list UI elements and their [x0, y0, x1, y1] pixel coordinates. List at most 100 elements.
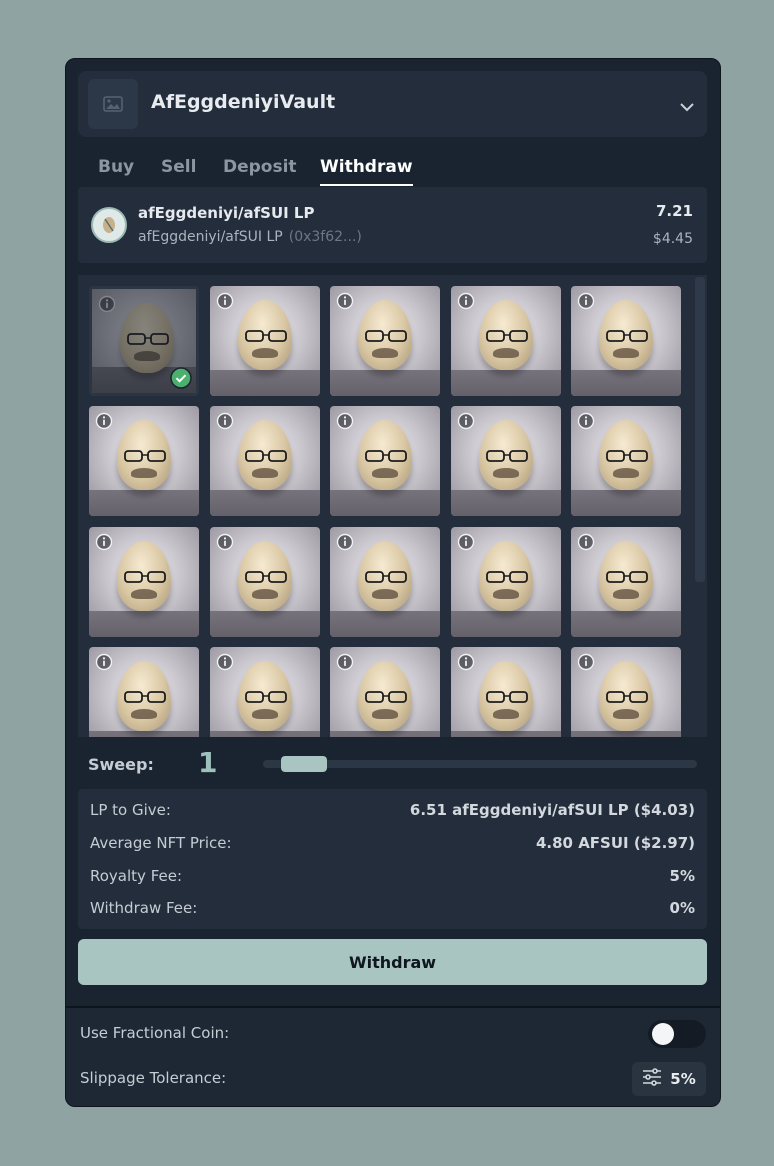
info-icon[interactable]	[336, 653, 354, 671]
token-logo-icon	[91, 207, 127, 243]
info-icon[interactable]	[457, 653, 475, 671]
nft-card[interactable]	[210, 406, 320, 516]
nft-card[interactable]	[210, 647, 320, 737]
lp-to-give-row: LP to Give: 6.51 afEggdeniyi/afSUI LP ($…	[90, 801, 695, 823]
token-usd-value: $4.45	[652, 231, 693, 247]
info-icon[interactable]	[577, 412, 595, 430]
withdraw-summary: LP to Give: 6.51 afEggdeniyi/afSUI LP ($…	[78, 789, 707, 929]
glasses-mark	[606, 330, 648, 342]
nft-card[interactable]	[330, 406, 440, 516]
vault-selector[interactable]: AfEggdeniyiVault	[78, 71, 707, 137]
info-icon[interactable]	[216, 653, 234, 671]
info-icon[interactable]	[577, 533, 595, 551]
nft-card[interactable]	[571, 527, 681, 637]
glasses-mark	[606, 450, 648, 462]
royalty-fee-label: Royalty Fee:	[90, 867, 183, 885]
beard-mark	[372, 709, 398, 719]
beard-mark	[131, 709, 157, 719]
glasses-mark	[245, 571, 287, 583]
nft-card[interactable]	[330, 647, 440, 737]
avg-nft-price-row: Average NFT Price: 4.80 AFSUI ($2.97)	[90, 834, 695, 856]
info-icon[interactable]	[95, 653, 113, 671]
fractional-coin-toggle[interactable]	[648, 1020, 706, 1048]
info-icon[interactable]	[457, 533, 475, 551]
info-icon[interactable]	[95, 533, 113, 551]
nft-card[interactable]	[571, 647, 681, 737]
nft-card[interactable]	[210, 527, 320, 637]
beard-mark	[613, 589, 639, 599]
tab-sell[interactable]: Sell	[161, 157, 196, 177]
tab-buy[interactable]: Buy	[98, 157, 134, 177]
nft-card[interactable]	[330, 527, 440, 637]
info-icon[interactable]	[577, 653, 595, 671]
token-amount: 7.21	[655, 202, 693, 220]
info-icon[interactable]	[336, 533, 354, 551]
info-icon[interactable]	[336, 292, 354, 310]
info-icon[interactable]	[336, 412, 354, 430]
check-icon	[170, 367, 192, 389]
nft-card[interactable]	[451, 406, 561, 516]
withdraw-fee-label: Withdraw Fee:	[90, 899, 198, 917]
beard-mark	[493, 348, 519, 358]
glasses-mark	[486, 450, 528, 462]
beard-mark	[252, 348, 278, 358]
glasses-mark	[606, 571, 648, 583]
beard-mark	[252, 468, 278, 478]
glasses-mark	[124, 571, 166, 583]
beard-mark	[131, 589, 157, 599]
beard-mark	[372, 589, 398, 599]
withdraw-fee-value: 0%	[669, 899, 695, 917]
tab-deposit[interactable]: Deposit	[223, 157, 297, 177]
image-placeholder-icon	[88, 79, 138, 129]
token-subname: afEggdeniyi/afSUI LP	[138, 229, 283, 245]
glasses-mark	[365, 571, 407, 583]
nft-card[interactable]	[210, 286, 320, 396]
info-icon[interactable]	[95, 412, 113, 430]
glasses-mark	[486, 330, 528, 342]
nft-card[interactable]	[451, 647, 561, 737]
beard-mark	[613, 468, 639, 478]
beard-mark	[493, 709, 519, 719]
sweep-label: Sweep:	[88, 755, 154, 774]
info-icon[interactable]	[457, 292, 475, 310]
chevron-down-icon[interactable]	[679, 97, 695, 116]
beard-mark	[131, 468, 157, 478]
nft-card[interactable]	[571, 286, 681, 396]
nft-card[interactable]	[89, 286, 199, 396]
glasses-mark	[245, 691, 287, 703]
beard-mark	[252, 709, 278, 719]
withdraw-button[interactable]: Withdraw	[78, 939, 707, 985]
glasses-mark	[124, 450, 166, 462]
royalty-fee-value: 5%	[669, 867, 695, 885]
sweep-slider[interactable]	[263, 756, 697, 772]
avg-nft-price-label: Average NFT Price:	[90, 834, 232, 852]
royalty-fee-row: Royalty Fee: 5%	[90, 867, 695, 889]
info-icon[interactable]	[457, 412, 475, 430]
info-icon[interactable]	[577, 292, 595, 310]
token-subtitle: afEggdeniyi/afSUI LP (0x3f62...)	[138, 229, 362, 245]
nft-card[interactable]	[451, 527, 561, 637]
glasses-mark	[486, 571, 528, 583]
beard-mark	[252, 589, 278, 599]
info-icon[interactable]	[216, 292, 234, 310]
slippage-value: 5%	[670, 1070, 696, 1088]
nft-card[interactable]	[330, 286, 440, 396]
glasses-mark	[606, 691, 648, 703]
beard-mark	[613, 348, 639, 358]
sweep-value: 1	[198, 746, 218, 779]
info-icon[interactable]	[216, 412, 234, 430]
grid-scrollbar[interactable]	[695, 277, 705, 582]
nft-card[interactable]	[89, 406, 199, 516]
slippage-button[interactable]: 5%	[632, 1062, 706, 1096]
info-icon[interactable]	[216, 533, 234, 551]
nft-card[interactable]	[571, 406, 681, 516]
beard-mark	[372, 348, 398, 358]
token-name: afEggdeniyi/afSUI LP	[138, 204, 315, 222]
nft-card[interactable]	[451, 286, 561, 396]
nft-card[interactable]	[89, 527, 199, 637]
tab-withdraw[interactable]: Withdraw	[320, 157, 413, 186]
sweep-slider-handle[interactable]	[281, 756, 327, 772]
glasses-mark	[365, 450, 407, 462]
withdraw-panel: AfEggdeniyiVault Buy Sell Deposit Withdr…	[65, 58, 721, 1107]
nft-card[interactable]	[89, 647, 199, 737]
